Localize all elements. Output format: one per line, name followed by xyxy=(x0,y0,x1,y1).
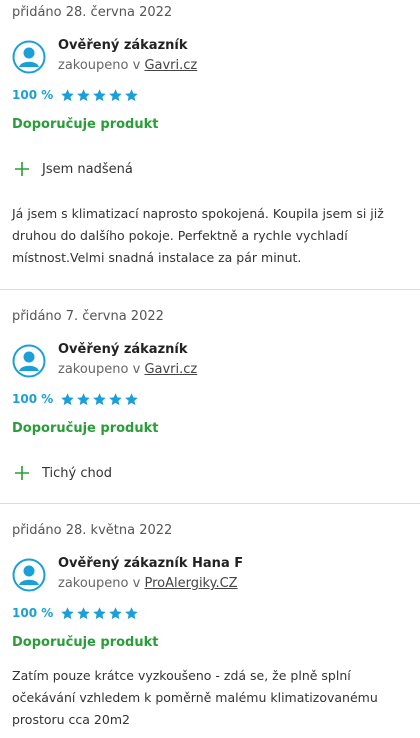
review-date: přidáno 7. června 2022 xyxy=(12,309,164,324)
rating-stars xyxy=(60,392,139,407)
bought-prefix: zakoupeno v xyxy=(58,576,145,591)
review-date: přidáno 28. května 2022 xyxy=(12,523,173,538)
review-shop-line: zakoupeno v Gavri.cz xyxy=(58,362,197,377)
star-icon xyxy=(77,606,90,619)
rating-row: 100 % xyxy=(12,605,139,621)
review-author: Ověřený zákazník Hana F xyxy=(58,556,244,571)
star-icon xyxy=(61,392,74,405)
review-shop-line: zakoupeno v ProAlergiky.CZ xyxy=(58,576,238,591)
recommend-label: Doporučuje produkt xyxy=(12,117,159,132)
star-icon xyxy=(109,88,122,101)
user-avatar-icon xyxy=(12,558,46,592)
shop-link[interactable]: Gavri.cz xyxy=(144,58,197,73)
plus-icon xyxy=(15,162,29,176)
user-avatar-icon xyxy=(12,344,46,378)
star-icon xyxy=(93,88,106,101)
pro-item: Tichý chod xyxy=(14,465,112,481)
review-date: přidáno 28. června 2022 xyxy=(12,5,173,20)
bought-prefix: zakoupeno v xyxy=(58,58,145,73)
rating-percent: 100 % xyxy=(12,392,54,406)
star-icon xyxy=(93,606,106,619)
star-icon xyxy=(61,88,74,101)
review-text: Já jsem s klimatizací naprosto spokojená… xyxy=(12,206,384,265)
pro-item: Jsem nadšená xyxy=(14,161,133,177)
pro-label: Jsem nadšená xyxy=(42,161,133,177)
rating-row: 100 % xyxy=(12,87,139,103)
review-author: Ověřený zákazník xyxy=(58,342,188,357)
rating-percent: 100 % xyxy=(12,606,54,620)
rating-stars xyxy=(60,606,139,621)
bought-prefix: zakoupeno v xyxy=(58,362,145,377)
review-divider xyxy=(0,503,420,504)
star-icon xyxy=(109,392,122,405)
star-icon xyxy=(61,606,74,619)
review-text: Zatím pouze krátce vyzkoušeno - zdá se, … xyxy=(12,668,378,727)
star-icon xyxy=(125,606,138,619)
shop-link[interactable]: ProAlergiky.CZ xyxy=(144,576,237,591)
star-icon xyxy=(125,88,138,101)
star-icon xyxy=(77,392,90,405)
star-icon xyxy=(77,88,90,101)
recommend-label: Doporučuje produkt xyxy=(12,635,159,650)
review-author: Ověřený zákazník xyxy=(58,38,188,53)
review-shop-line: zakoupeno v Gavri.cz xyxy=(58,58,197,73)
rating-percent: 100 % xyxy=(12,88,54,102)
user-avatar-icon xyxy=(12,40,46,74)
recommend-label: Doporučuje produkt xyxy=(12,421,159,436)
star-icon xyxy=(93,392,106,405)
plus-icon xyxy=(15,466,29,480)
star-icon xyxy=(125,392,138,405)
pro-label: Tichý chod xyxy=(42,465,112,481)
rating-stars xyxy=(60,88,139,103)
review-divider xyxy=(0,289,420,290)
shop-link[interactable]: Gavri.cz xyxy=(144,362,197,377)
rating-row: 100 % xyxy=(12,391,139,407)
star-icon xyxy=(109,606,122,619)
